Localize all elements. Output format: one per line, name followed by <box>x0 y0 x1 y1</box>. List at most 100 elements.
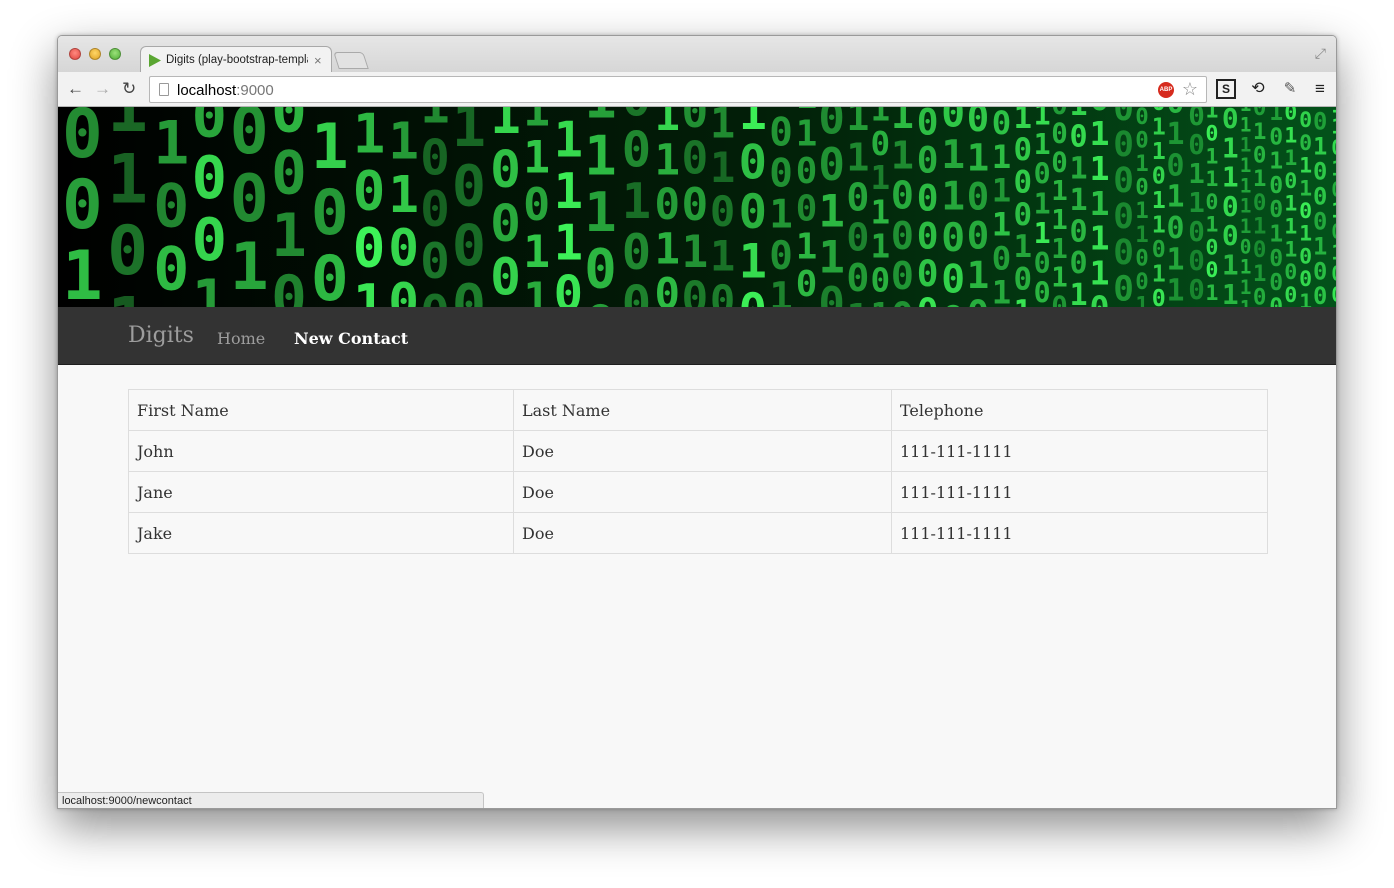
svg-text:1: 1 <box>1167 242 1185 277</box>
svg-text:0: 0 <box>107 212 148 291</box>
svg-text:0: 0 <box>967 175 989 219</box>
svg-text:0: 0 <box>1222 190 1239 223</box>
svg-text:1: 1 <box>554 112 583 169</box>
svg-text:0: 0 <box>1152 285 1166 307</box>
svg-text:0: 0 <box>1222 219 1239 252</box>
bookmark-star-icon[interactable]: ☆ <box>1182 79 1198 100</box>
svg-text:1: 1 <box>871 193 891 231</box>
svg-text:1: 1 <box>1269 149 1283 175</box>
reload-icon[interactable]: ↻ <box>122 80 136 98</box>
new-tab-button[interactable] <box>333 52 369 69</box>
svg-text:0: 0 <box>311 242 349 307</box>
cell-last-name: Doe <box>513 512 892 554</box>
tab-close-icon[interactable]: × <box>314 54 322 67</box>
svg-text:1: 1 <box>62 236 103 307</box>
svg-text:1: 1 <box>871 296 891 307</box>
svg-text:1: 1 <box>1299 176 1312 201</box>
svg-text:0: 0 <box>230 162 269 237</box>
svg-text:1: 1 <box>967 253 989 297</box>
nav-link-new-contact[interactable]: New Contact <box>294 329 408 348</box>
brand-link[interactable]: Digits <box>128 323 194 348</box>
svg-text:0: 0 <box>1135 175 1148 201</box>
svg-text:0: 0 <box>1313 207 1327 235</box>
status-bar: localhost:9000/newcontact <box>58 792 484 808</box>
svg-text:1: 1 <box>1034 187 1051 220</box>
svg-text:0: 0 <box>871 125 891 163</box>
svg-text:0: 0 <box>818 279 845 307</box>
svg-text:0: 0 <box>1070 215 1088 250</box>
svg-text:0: 0 <box>1269 246 1283 272</box>
eyedropper-extension-icon[interactable]: ✎ <box>1280 79 1300 99</box>
svg-text:1: 1 <box>1014 294 1033 307</box>
svg-text:0: 0 <box>1152 236 1166 263</box>
svg-text:1: 1 <box>1299 222 1312 247</box>
zoom-window-button[interactable] <box>109 48 121 60</box>
svg-text:0: 0 <box>917 177 939 219</box>
svg-text:0: 0 <box>769 110 793 155</box>
svg-text:1: 1 <box>818 186 845 237</box>
sync-extension-icon[interactable]: ⟲ <box>1248 79 1268 99</box>
svg-text:1: 1 <box>1167 117 1185 152</box>
svg-text:0: 0 <box>710 276 735 307</box>
svg-text:0: 0 <box>846 217 869 261</box>
nav-link-home[interactable]: Home <box>217 329 265 348</box>
svg-text:0: 0 <box>1167 211 1185 246</box>
browser-tab[interactable]: Digits (play-bootstrap-template) × <box>140 46 332 73</box>
close-window-button[interactable] <box>69 48 81 60</box>
svg-text:0: 0 <box>1313 182 1327 210</box>
svg-text:0: 0 <box>739 136 767 191</box>
svg-text:1: 1 <box>1205 281 1218 306</box>
svg-text:1: 1 <box>311 110 349 183</box>
svg-text:0: 0 <box>1269 294 1283 307</box>
back-icon[interactable]: ← <box>67 80 84 98</box>
svg-text:0: 0 <box>420 180 450 238</box>
page-content: 0010110101001000100110010110011001011001… <box>58 107 1336 808</box>
cell-telephone: 111-111-1111 <box>891 430 1268 472</box>
svg-text:1: 1 <box>1152 114 1166 141</box>
svg-text:1: 1 <box>1205 144 1218 169</box>
svg-text:1: 1 <box>271 201 307 270</box>
url-host: localhost <box>177 82 237 99</box>
svg-text:1: 1 <box>1313 133 1327 161</box>
address-bar[interactable]: localhost:9000 ABP ☆ <box>149 76 1207 103</box>
svg-text:1: 1 <box>1284 215 1297 240</box>
svg-text:0: 0 <box>1253 284 1267 307</box>
svg-text:0: 0 <box>655 269 681 307</box>
svg-text:0: 0 <box>1014 132 1033 168</box>
svg-text:1: 1 <box>769 193 793 238</box>
svg-text:1: 1 <box>1135 198 1148 224</box>
svg-text:1: 1 <box>353 107 386 166</box>
svg-text:0: 0 <box>992 107 1011 142</box>
svg-text:0: 0 <box>1113 233 1134 273</box>
svg-text:1: 1 <box>1152 261 1166 288</box>
url-text[interactable]: localhost:9000 <box>177 82 274 99</box>
svg-text:0: 0 <box>452 213 486 279</box>
svg-text:0: 0 <box>420 232 450 290</box>
svg-text:1: 1 <box>554 163 583 220</box>
minimize-window-button[interactable] <box>89 48 101 60</box>
svg-text:0: 0 <box>1113 125 1134 165</box>
svg-text:1: 1 <box>1034 128 1051 161</box>
svg-text:0: 0 <box>1313 108 1327 136</box>
svg-text:1: 1 <box>1090 149 1110 188</box>
forward-icon[interactable]: → <box>94 80 111 98</box>
table-row: John Doe 111-111-1111 <box>128 430 1268 472</box>
svg-text:0: 0 <box>1014 262 1033 298</box>
svg-text:0: 0 <box>192 143 227 212</box>
svg-text:0: 0 <box>490 140 521 200</box>
site-navbar: Digits Home New Contact <box>58 307 1336 365</box>
svg-text:0: 0 <box>1014 197 1033 233</box>
svg-text:0: 0 <box>846 177 869 221</box>
svg-text:0: 0 <box>62 107 103 173</box>
table-header-row: First Name Last Name Telephone <box>128 389 1268 431</box>
svg-text:0: 0 <box>490 248 521 307</box>
svg-text:0: 0 <box>523 178 550 231</box>
s-extension-icon[interactable]: S <box>1216 79 1236 99</box>
adblock-icon[interactable]: ABP <box>1158 82 1174 98</box>
svg-text:1: 1 <box>655 136 681 185</box>
fullscreen-icon[interactable]: ⤢ <box>1315 45 1326 62</box>
hamburger-menu-icon[interactable]: ≡ <box>1310 79 1330 99</box>
svg-text:1: 1 <box>1152 212 1166 239</box>
svg-text:1: 1 <box>1253 166 1267 192</box>
svg-text:0: 0 <box>917 139 939 181</box>
